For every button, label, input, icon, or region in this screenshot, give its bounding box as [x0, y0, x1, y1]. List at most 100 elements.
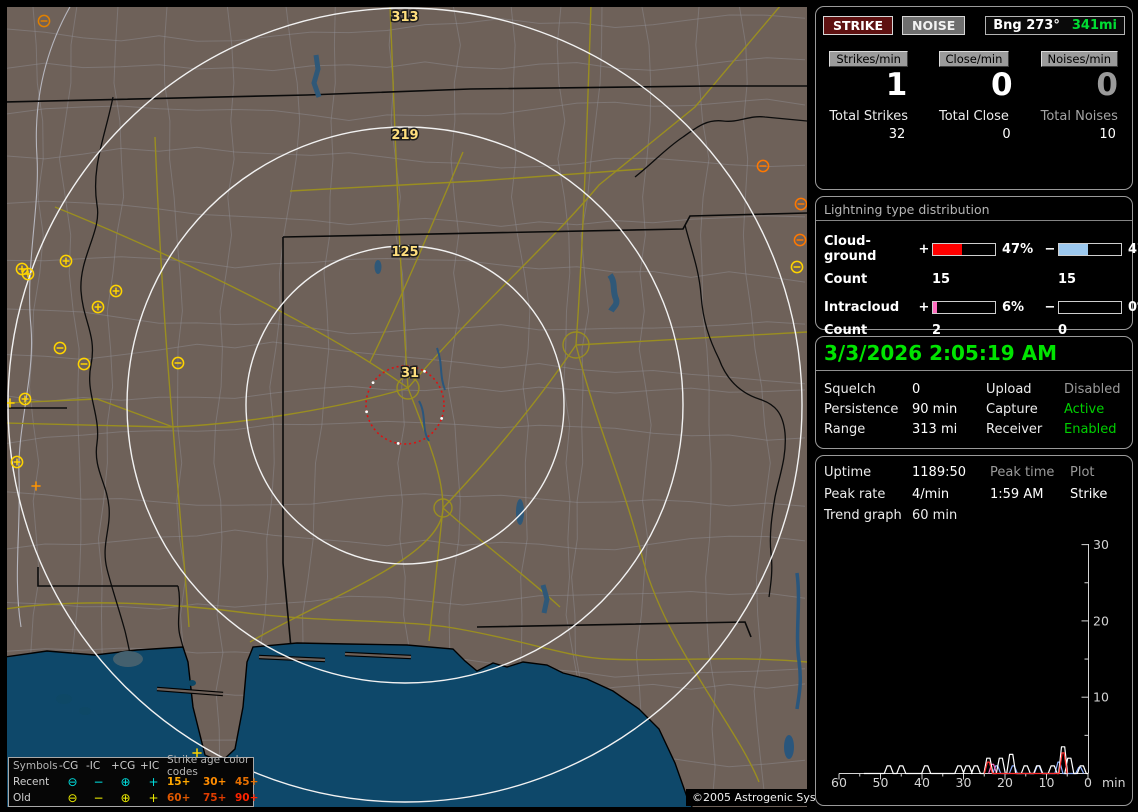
lightning-map[interactable]: 313 219 125 31 — [7, 7, 807, 807]
noise-mode-button[interactable]: NOISE — [902, 16, 965, 35]
panel-status: 3/3/2026 2:05:19 AM Squelch 0 Upload Dis… — [815, 336, 1133, 449]
recent-pos-cg-icon: ⊕ — [111, 775, 140, 789]
range-value: 313 mi — [912, 422, 986, 437]
bearing-distance-readout: Bng 273°341mi — [985, 16, 1125, 35]
legend-symbols-header: Symbols — [13, 760, 59, 772]
strikes-per-min-value: 1 — [886, 70, 922, 102]
intracloud-label: Intracloud — [824, 300, 916, 315]
svg-text:30: 30 — [1093, 537, 1109, 552]
persistence-label: Persistence — [824, 402, 912, 417]
svg-text:10: 10 — [1039, 775, 1055, 790]
range-label: Range — [824, 422, 912, 437]
strikes-per-min-chip: Strikes/min — [829, 51, 908, 67]
panel-session-trend: Uptime 1189:50 Peak time Plot Peak rate … — [815, 455, 1133, 806]
age-30-label: 30+ — [203, 776, 235, 788]
uptime-label: Uptime — [824, 465, 912, 480]
svg-text:min: min — [1102, 775, 1126, 790]
trend-graph-window: 60 min — [912, 508, 1124, 523]
squelch-value: 0 — [912, 382, 986, 397]
minus-sign: − — [1042, 300, 1058, 315]
peak-rate-label: Peak rate — [824, 487, 912, 502]
noises-per-min-value: 0 — [1096, 70, 1132, 102]
distribution-title: Lightning type distribution — [816, 197, 1132, 221]
upload-status: Disabled — [1064, 382, 1124, 397]
receiver-status: Enabled — [1064, 422, 1124, 437]
plus-sign: + — [916, 242, 932, 257]
legend-pos-cg-header: +CG — [111, 760, 140, 772]
cg-minus-pct: 47% — [1122, 242, 1138, 257]
age-75-label: 75+ — [203, 792, 235, 804]
recent-neg-cg-icon: ⊖ — [59, 775, 86, 789]
total-strikes-value: 32 — [889, 127, 922, 142]
intracloud-row: Intracloud + 6% − 0% — [816, 300, 1132, 315]
svg-text:20: 20 — [1093, 613, 1109, 628]
capture-status: Active — [1064, 402, 1124, 417]
count-label: Count — [824, 272, 916, 287]
svg-text:10: 10 — [1093, 690, 1109, 705]
cloud-ground-row: Cloud-ground + 47% − 47% — [816, 234, 1132, 264]
ic-plus-pct: 6% — [996, 300, 1042, 315]
cg-plus-bar — [932, 243, 996, 256]
total-close-value: 0 — [1002, 127, 1026, 142]
panel-lightning-distribution: Lightning type distribution Cloud-ground… — [815, 196, 1133, 330]
legend-old-label: Old — [13, 792, 59, 804]
cg-minus-bar — [1058, 243, 1122, 256]
persistence-value: 90 min — [912, 402, 986, 417]
old-pos-cg-icon: ⊕ — [111, 791, 140, 805]
map-legend: Symbols -CG -IC +CG +IC Strike age color… — [8, 757, 254, 807]
age-90-label: 90+ — [235, 792, 267, 804]
close-per-min-value: 0 — [991, 70, 1027, 102]
svg-text:60: 60 — [831, 775, 847, 790]
legend-neg-ic-header: -IC — [86, 760, 111, 772]
svg-text:31: 31 — [401, 366, 419, 381]
total-noises-value: 10 — [1099, 127, 1132, 142]
age-45-label: 45+ — [235, 776, 267, 788]
recent-neg-ic-icon: − — [86, 775, 111, 789]
ic-minus-pct: 0% — [1122, 300, 1138, 315]
recent-pos-ic-icon: + — [140, 775, 167, 789]
old-pos-ic-icon: + — [140, 791, 167, 805]
trend-graph-label: Trend graph — [824, 508, 912, 523]
datetime-display: 3/3/2026 2:05:19 AM — [816, 337, 1132, 371]
age-15-label: 15+ — [167, 776, 203, 788]
close-column: Close/min 0 Total Close 0 — [921, 51, 1026, 142]
peak-time-value: 1:59 AM — [990, 487, 1070, 502]
svg-text:125: 125 — [391, 245, 418, 260]
noises-per-min-chip: Noises/min — [1041, 51, 1118, 67]
total-close-label: Total Close — [939, 109, 1009, 124]
cg-plus-count: 15 — [932, 272, 996, 287]
plus-sign: + — [916, 300, 932, 315]
noises-column: Noises/min 0 Total Noises 10 — [1027, 51, 1132, 142]
svg-text:40: 40 — [914, 775, 930, 790]
bearing-value: Bng 273° — [993, 18, 1060, 33]
map-canvas[interactable]: 31321912531 ©2005 Astrogenic Systems Sym… — [7, 7, 807, 807]
plot-mode-value: Strike — [1070, 487, 1124, 502]
svg-text:20: 20 — [997, 775, 1013, 790]
svg-text:219: 219 — [391, 128, 418, 143]
ic-minus-bar — [1058, 301, 1122, 314]
strike-mode-button[interactable]: STRIKE — [823, 16, 893, 35]
total-noises-label: Total Noises — [1041, 109, 1118, 124]
receiver-label: Receiver — [986, 422, 1064, 437]
upload-label: Upload — [986, 382, 1064, 397]
age-60-label: 60+ — [167, 792, 203, 804]
legend-neg-cg-header: -CG — [59, 760, 86, 772]
total-strikes-label: Total Strikes — [829, 109, 908, 124]
app-window: 31321912531 ©2005 Astrogenic Systems Sym… — [0, 0, 1138, 812]
legend-recent-label: Recent — [13, 776, 59, 788]
minus-sign: − — [1042, 242, 1058, 257]
close-per-min-chip: Close/min — [939, 51, 1010, 67]
legend-pos-ic-header: +IC — [140, 760, 167, 772]
svg-text:30: 30 — [956, 775, 972, 790]
cg-minus-count: 15 — [1058, 272, 1122, 287]
ic-plus-bar — [932, 301, 996, 314]
squelch-label: Squelch — [824, 382, 912, 397]
peak-time-header: Peak time — [990, 465, 1070, 480]
uptime-value: 1189:50 — [912, 465, 990, 480]
cloud-ground-label: Cloud-ground — [824, 234, 916, 264]
svg-text:0: 0 — [1084, 775, 1092, 790]
svg-text:313: 313 — [391, 10, 418, 25]
legend-age-header: Strike age color codes — [167, 754, 267, 778]
old-neg-ic-icon: − — [86, 791, 111, 805]
svg-text:50: 50 — [873, 775, 889, 790]
